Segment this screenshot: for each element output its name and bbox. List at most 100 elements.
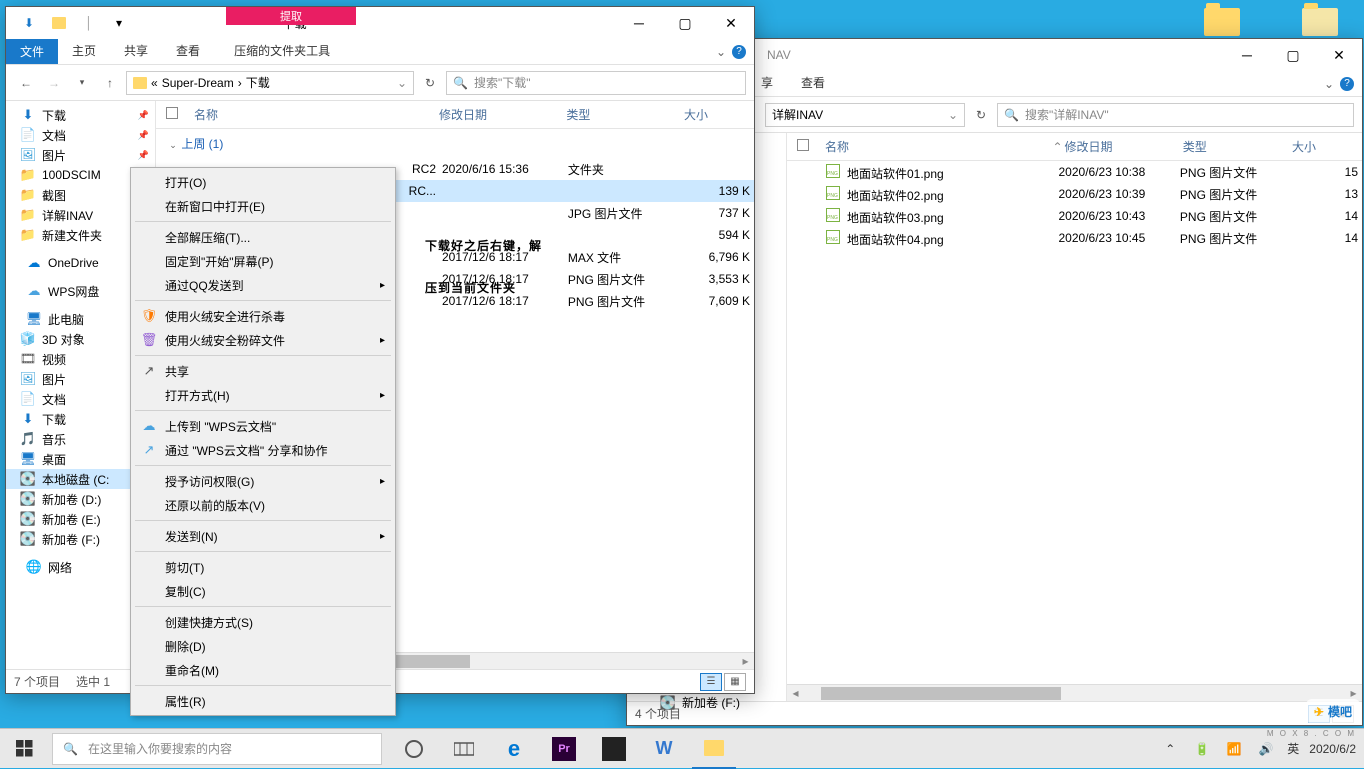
context-menu-item[interactable]: 固定到"开始"屏幕(P) xyxy=(133,249,393,273)
nav-item[interactable]: 📄文档 xyxy=(6,125,155,145)
close-button[interactable]: ✕ xyxy=(1316,39,1362,71)
wps-icon[interactable]: W xyxy=(642,729,686,769)
address-bar[interactable]: 详解INAV ⌄ xyxy=(765,103,965,127)
ribbon-tab-compressed[interactable]: 压缩的文件夹工具 xyxy=(220,39,344,64)
context-menu-item[interactable]: 通过QQ发送到 xyxy=(133,273,393,297)
nav-item[interactable]: 🖼图片 xyxy=(6,145,155,165)
file-row[interactable]: 地面站软件03.png2020/6/23 10:43PNG 图片文件14 xyxy=(787,205,1362,227)
context-menu-item[interactable]: 全部解压缩(T)... xyxy=(133,225,393,249)
address-dropdown-icon[interactable]: ⌄ xyxy=(948,108,958,122)
clock[interactable]: 2020/6/2 xyxy=(1309,742,1356,756)
context-menu-item[interactable]: ↗通过 "WPS云文档" 分享和协作 xyxy=(133,438,393,462)
refresh-button[interactable]: ↻ xyxy=(969,103,993,127)
context-menu-item[interactable]: 🗑使用火绒安全粉碎文件 xyxy=(133,328,393,352)
minimize-button[interactable]: ─ xyxy=(616,7,662,39)
view-icons-button[interactable]: ▦ xyxy=(724,673,746,691)
search-box[interactable]: 🔍 搜索"详解INAV" xyxy=(997,103,1354,127)
context-menu-item[interactable]: 还原以前的版本(V) xyxy=(133,493,393,517)
png-icon xyxy=(826,230,840,244)
context-menu-item[interactable]: 重命名(M) xyxy=(133,658,393,682)
ribbon-expand-icon[interactable]: ⌄ xyxy=(1324,77,1334,91)
forward-button[interactable]: → xyxy=(42,71,66,95)
nav-item-drive-f-back[interactable]: 💽新加卷 (F:) xyxy=(660,694,740,711)
col-date[interactable]: 修改日期 xyxy=(1065,138,1183,155)
file-row[interactable]: 地面站软件01.png2020/6/23 10:38PNG 图片文件15 xyxy=(787,161,1362,183)
column-headers: 名称 ⌃ 修改日期 类型 大小 xyxy=(787,133,1362,161)
context-menu-item[interactable]: 在新窗口中打开(E) xyxy=(133,194,393,218)
close-button[interactable]: ✕ xyxy=(708,7,754,39)
ribbon-tab-view[interactable]: 查看 xyxy=(162,39,214,64)
app-dark-icon[interactable] xyxy=(592,729,636,769)
context-menu-item[interactable]: 打开方式(H) xyxy=(133,383,393,407)
scrollbar-horizontal[interactable]: ◂ ▸ xyxy=(787,684,1362,701)
nav-icon: 🎵 xyxy=(20,431,36,447)
start-button[interactable] xyxy=(0,729,48,769)
file-tab[interactable]: 文件 xyxy=(6,39,58,64)
recent-dropdown-icon[interactable]: ▾ xyxy=(70,71,94,95)
col-date[interactable]: 修改日期 xyxy=(439,106,566,123)
context-menu-item[interactable]: ☁上传到 "WPS云文档" xyxy=(133,414,393,438)
watermark-url: M O X 8 . C O M xyxy=(1267,729,1356,738)
tray-expand-icon[interactable]: ⌃ xyxy=(1159,738,1181,760)
context-menu-item[interactable]: 复制(C) xyxy=(133,579,393,603)
explorer-icon[interactable] xyxy=(692,729,736,769)
help-icon[interactable]: ? xyxy=(1340,77,1354,91)
ribbon-tab-view[interactable]: 查看 xyxy=(787,71,839,96)
down-arrow-icon[interactable]: ⬇ xyxy=(20,14,38,32)
context-menu-item[interactable]: ↗共享 xyxy=(133,359,393,383)
ribbon-expand-icon[interactable]: ⌄ xyxy=(716,45,726,59)
wifi-icon[interactable]: 📶 xyxy=(1223,738,1245,760)
back-button[interactable]: ← xyxy=(14,71,38,95)
context-menu-item[interactable]: 属性(R) xyxy=(133,689,393,713)
folder-icon[interactable] xyxy=(50,14,68,32)
nav-icon: 💽 xyxy=(20,491,36,507)
col-name[interactable]: 名称 xyxy=(188,106,439,123)
file-row[interactable]: 地面站软件02.png2020/6/23 10:39PNG 图片文件13 xyxy=(787,183,1362,205)
view-details-button[interactable]: ☰ xyxy=(700,673,722,691)
ribbon-tab-share[interactable]: 共享 xyxy=(110,39,162,64)
nav-icon: 📁 xyxy=(20,187,36,203)
edge-icon[interactable]: e xyxy=(492,729,536,769)
select-all-checkbox[interactable] xyxy=(166,107,178,119)
qat-dropdown-icon[interactable]: ▾ xyxy=(110,14,128,32)
select-all-checkbox[interactable] xyxy=(797,139,809,151)
up-button[interactable]: ↑ xyxy=(98,71,122,95)
nav-icon: 🧊 xyxy=(20,331,36,347)
file-row[interactable]: 地面站软件04.png2020/6/23 10:45PNG 图片文件14 xyxy=(787,227,1362,249)
taskview-icon[interactable] xyxy=(442,729,486,769)
nav-icon: ☁ xyxy=(26,255,42,271)
context-menu-item[interactable]: 删除(D) xyxy=(133,634,393,658)
context-menu-item[interactable]: 剪切(T) xyxy=(133,555,393,579)
col-type[interactable]: 类型 xyxy=(566,106,684,123)
navbar: ← → ▾ ↑ « Super-Dream › 下载 ⌄ ↻ 🔍 搜索"下载" xyxy=(6,65,754,101)
context-menu-item[interactable]: 发送到(N) xyxy=(133,524,393,548)
nav-icon: 🌐 xyxy=(26,559,42,575)
battery-icon[interactable]: 🔋 xyxy=(1191,738,1213,760)
nav-item[interactable]: ⬇下载 xyxy=(6,105,155,125)
col-type[interactable]: 类型 xyxy=(1183,138,1292,155)
cortana-icon[interactable] xyxy=(392,729,436,769)
minimize-button[interactable]: ─ xyxy=(1224,39,1270,71)
refresh-button[interactable]: ↻ xyxy=(418,71,442,95)
nav-icon: 🖥 xyxy=(26,311,42,327)
ime-indicator[interactable]: 英 xyxy=(1287,740,1299,757)
taskbar-search[interactable]: 🔍 在这里输入你要搜索的内容 xyxy=(52,733,382,765)
col-size[interactable]: 大小 xyxy=(684,106,754,123)
maximize-button[interactable]: ▢ xyxy=(662,7,708,39)
address-bar[interactable]: « Super-Dream › 下载 ⌄ xyxy=(126,71,414,95)
volume-icon[interactable]: 🔊 xyxy=(1255,738,1277,760)
help-icon[interactable]: ? xyxy=(732,45,746,59)
context-menu-item[interactable]: 打开(O) xyxy=(133,170,393,194)
address-dropdown-icon[interactable]: ⌄ xyxy=(397,76,407,90)
context-menu-item[interactable]: 授予访问权限(G) xyxy=(133,469,393,493)
premiere-icon[interactable]: Pr xyxy=(542,729,586,769)
col-size[interactable]: 大小 xyxy=(1292,138,1362,155)
context-menu-item[interactable]: 🛡使用火绒安全进行杀毒 xyxy=(133,304,393,328)
context-menu-item[interactable]: 创建快捷方式(S) xyxy=(133,610,393,634)
col-name[interactable]: 名称 xyxy=(819,138,1053,155)
group-header[interactable]: ⌄ 上周 (1) xyxy=(156,129,754,158)
maximize-button[interactable]: ▢ xyxy=(1270,39,1316,71)
nav-icon: 💽 xyxy=(20,531,36,547)
search-box[interactable]: 🔍 搜索"下载" xyxy=(446,71,746,95)
ribbon-tab-home[interactable]: 主页 xyxy=(58,39,110,64)
